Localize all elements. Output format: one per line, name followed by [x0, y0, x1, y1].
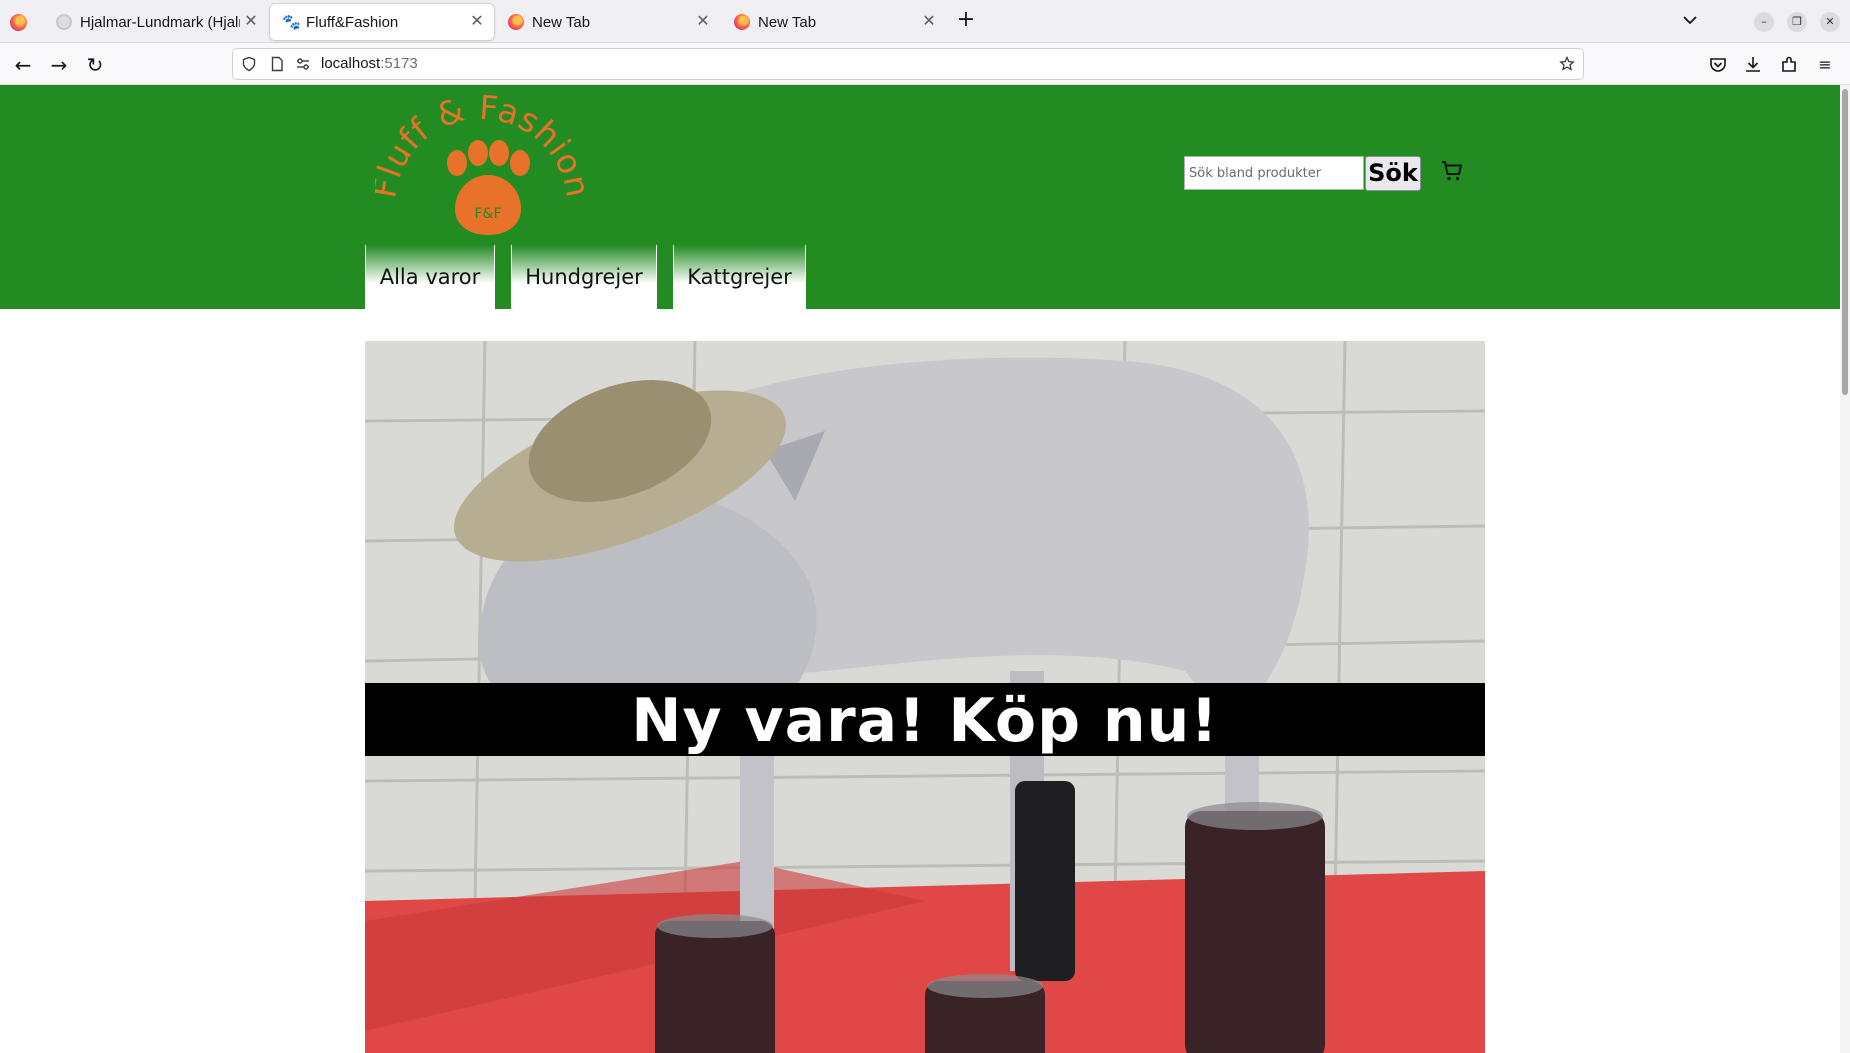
nav-tab-kattgrejer[interactable]: Kattgrejer	[673, 245, 806, 309]
browser-tab-fluff-fashion[interactable]: 🐾 Fluff&Fashion ✕	[270, 4, 494, 40]
github-icon	[56, 14, 72, 30]
shopping-cart-icon[interactable]	[1440, 159, 1464, 183]
hero-banner-strip: Ny vara! Köp nu!	[365, 683, 1485, 756]
firefox-icon	[734, 14, 750, 30]
permissions-icon[interactable]	[295, 56, 311, 72]
close-tab-icon[interactable]: ✕	[468, 12, 486, 30]
address-bar[interactable]: localhost:5173	[232, 48, 1584, 80]
page-viewport: Fluff & Fashion F&F Sök Alla varor Hundg…	[0, 85, 1840, 1053]
page-scrollbar[interactable]	[1840, 85, 1850, 1053]
close-tab-icon[interactable]: ✕	[242, 12, 260, 30]
browser-tab-new-1[interactable]: New Tab ✕	[496, 4, 720, 40]
pocket-icon[interactable]	[1707, 54, 1729, 76]
url-port: :5173	[380, 55, 418, 72]
back-arrow-icon[interactable]: ←	[10, 52, 36, 78]
url-host: localhost	[321, 55, 381, 72]
close-window-icon[interactable]: ✕	[1820, 12, 1840, 32]
logo-monogram: F&F	[474, 206, 501, 222]
forward-arrow-icon[interactable]: →	[46, 52, 72, 78]
tab-title: Hjalmar-Lundmark (Hjalm	[80, 14, 240, 31]
hero-product-banner[interactable]: Ny vara! Köp nu!	[365, 341, 1485, 1053]
browser-navigation-bar: ← → ↻ localhost:5173 ≡	[0, 43, 1850, 85]
tab-title: New Tab	[758, 14, 817, 31]
url-text[interactable]: localhost:5173	[321, 55, 418, 72]
firefox-icon	[508, 14, 524, 30]
restore-window-icon[interactable]: ❐	[1787, 12, 1807, 32]
nav-tab-label: Hundgrejer	[525, 265, 643, 289]
browser-tab-new-2[interactable]: New Tab ✕	[722, 4, 946, 40]
fluff-fashion-logo[interactable]: Fluff & Fashion F&F	[375, 93, 585, 253]
nav-tab-hundgrejer[interactable]: Hundgrejer	[511, 245, 657, 309]
reload-icon[interactable]: ↻	[82, 52, 108, 78]
shield-icon[interactable]	[241, 56, 257, 72]
new-tab-plus-icon[interactable]: +	[955, 8, 977, 32]
firefox-view-icon[interactable]	[10, 14, 27, 31]
site-header: Fluff & Fashion F&F Sök Alla varor Hundg…	[0, 85, 1840, 309]
nav-tab-label: Alla varor	[379, 265, 481, 289]
paw-icon: 🐾	[282, 13, 301, 31]
page-info-icon[interactable]	[269, 56, 285, 72]
downloads-icon[interactable]	[1742, 54, 1764, 76]
bookmark-star-icon[interactable]	[1559, 56, 1575, 72]
list-all-tabs-chevron-icon[interactable]	[1680, 10, 1700, 30]
extensions-icon[interactable]	[1778, 54, 1800, 76]
nav-tab-label: Kattgrejer	[687, 265, 792, 289]
scrollbar-thumb[interactable]	[1842, 89, 1848, 395]
search-button[interactable]: Sök	[1365, 156, 1421, 191]
tab-title: New Tab	[532, 14, 591, 31]
hero-banner-text: Ny vara! Köp nu!	[631, 686, 1219, 756]
browser-tab-github[interactable]: Hjalmar-Lundmark (Hjalm ✕	[44, 4, 268, 40]
close-tab-icon[interactable]: ✕	[920, 12, 938, 30]
tab-title: Fluff&Fashion	[306, 14, 399, 31]
minimize-window-icon[interactable]: –	[1754, 12, 1774, 32]
browser-tab-strip: Hjalmar-Lundmark (Hjalm ✕ 🐾 Fluff&Fashio…	[0, 0, 1850, 43]
close-tab-icon[interactable]: ✕	[694, 12, 712, 30]
menu-hamburger-icon[interactable]: ≡	[1814, 54, 1836, 76]
nav-tab-alla-varor[interactable]: Alla varor	[365, 245, 495, 309]
search-input[interactable]	[1184, 156, 1364, 190]
